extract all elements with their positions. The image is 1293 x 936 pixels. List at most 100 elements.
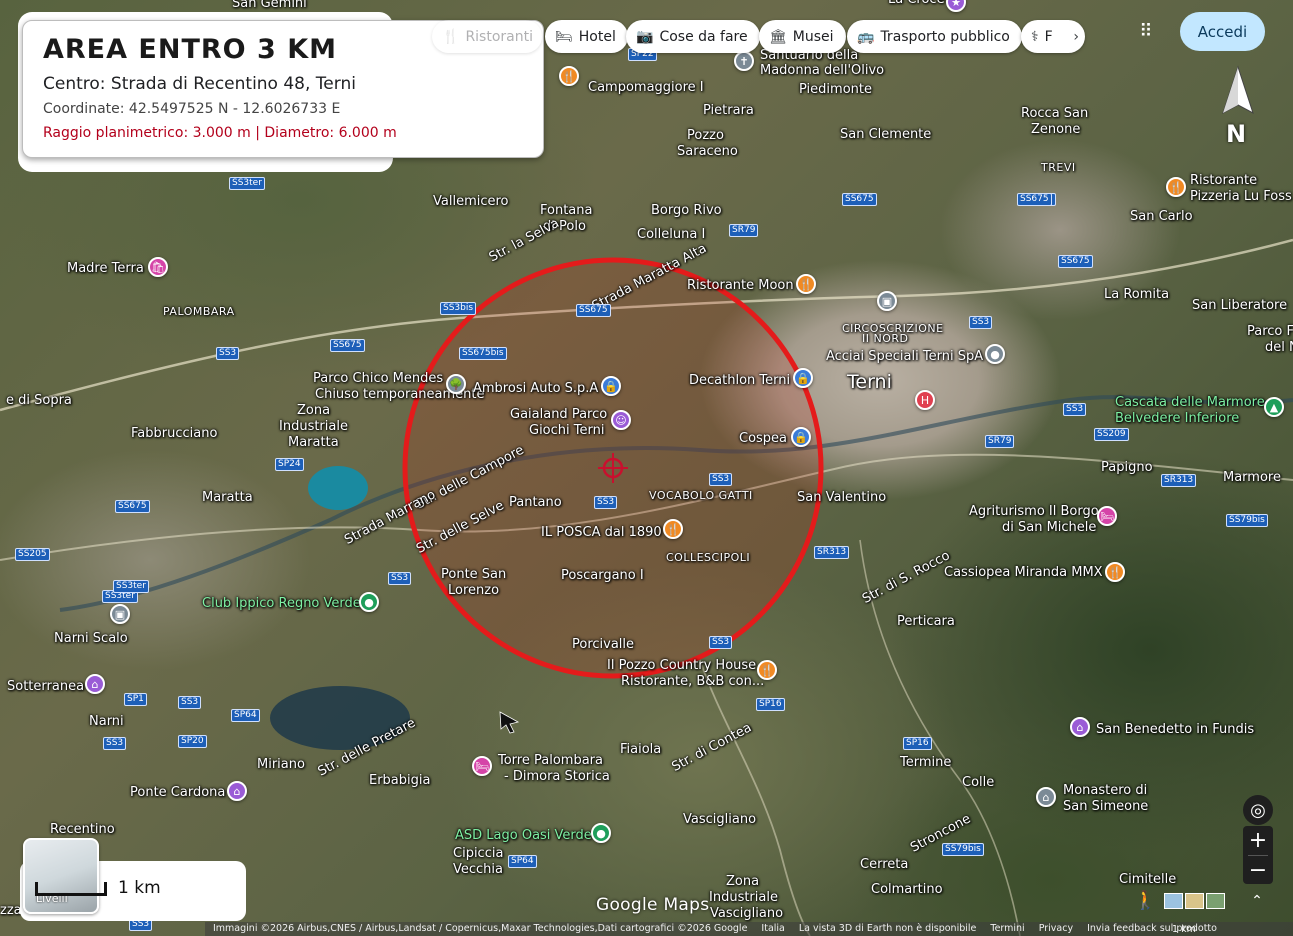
footer-terms-link[interactable]: Termini — [990, 922, 1024, 936]
place-label: Colleluna I — [637, 227, 706, 242]
chip-more[interactable]: ⚕ F › — [1021, 20, 1085, 53]
place-label: COLLESCIPOLI — [666, 551, 751, 564]
waterfall-pin-icon[interactable]: ▲ — [1264, 397, 1284, 417]
place-label: Saraceno — [677, 144, 738, 159]
cursor-icon — [499, 711, 520, 734]
store-pin-icon[interactable]: 🔒 — [791, 427, 811, 447]
place-label: La Croce — [888, 0, 945, 8]
place-label: Belvedere Inferiore — [1115, 411, 1240, 426]
place-label: Cerreta — [860, 857, 909, 872]
place-label: IL POSCA dal 1890 — [541, 525, 662, 540]
chip-museums[interactable]: 🏛 Musei — [759, 20, 846, 53]
pegman-icon[interactable]: 🚶 — [1134, 890, 1156, 914]
road-shield: SS3ter — [113, 580, 149, 593]
place-label: Maratta — [288, 435, 339, 450]
footer-scale: 1 km — [1172, 924, 1196, 935]
place-label: San Benedetto in Fundis — [1096, 722, 1255, 737]
road-shield: SS675 — [330, 339, 365, 352]
sports-shop-pin-icon[interactable]: 🔒 — [793, 368, 813, 388]
place-label: Rocca San — [1021, 106, 1089, 121]
chip-label: F — [1044, 28, 1053, 45]
train-station-pin-icon[interactable]: ▣ — [110, 604, 130, 624]
chevron-right-icon[interactable]: › — [1073, 29, 1079, 45]
attraction-pin-icon[interactable]: ⌂ — [227, 781, 247, 801]
place-label: San Gemini — [232, 0, 307, 11]
road-shield: SS3 — [1063, 403, 1087, 416]
road-shield: SS79bis — [1226, 514, 1268, 527]
place-label: Recentino — [50, 822, 115, 837]
restaurant-pin-icon[interactable]: 🍴 — [1105, 562, 1125, 582]
hospital-pin-icon[interactable]: H — [915, 390, 935, 410]
zoom-out-button[interactable]: − — [1243, 856, 1273, 885]
chip-label: Musei — [792, 28, 834, 45]
place-label: Colmartino — [871, 882, 943, 897]
church-pin-icon[interactable]: ⌂ — [1070, 717, 1090, 737]
place-label: Fiaiola — [620, 742, 662, 757]
place-label: Poscargano I — [561, 568, 644, 583]
place-label: Industriale — [279, 419, 348, 434]
road-shield: SS209 — [1094, 428, 1129, 441]
transit-thumb[interactable] — [1206, 893, 1225, 909]
road-shield: SP1 — [124, 693, 147, 706]
monastery-pin-icon[interactable]: ⌂ — [1036, 787, 1056, 807]
shop-pin-icon[interactable]: 🛍 — [148, 257, 168, 277]
road-shield: SP16 — [903, 737, 932, 750]
place-label: Terni — [847, 371, 892, 393]
attraction-pin-icon[interactable]: ⌂ — [85, 674, 105, 694]
place-label: II NORD — [862, 332, 909, 345]
road-shield: SR79 — [985, 435, 1015, 448]
place-label: Ristorante — [1190, 173, 1258, 188]
place-label: Cimitelle — [1119, 872, 1177, 887]
locate-icon: ◎ — [1250, 799, 1266, 821]
train-station-pin-icon[interactable]: ▣ — [877, 291, 897, 311]
chip-restaurants[interactable]: 🍴 Ristoranti — [432, 20, 542, 53]
hotel-pin-icon[interactable]: 🛏 — [472, 756, 492, 776]
road-shield: SS3 — [709, 636, 733, 649]
amusement-park-pin-icon[interactable]: ☺ — [611, 410, 631, 430]
riding-club-pin-icon[interactable]: ● — [359, 592, 379, 612]
restaurant-pin-icon[interactable]: 🍴 — [559, 66, 579, 86]
park-pin-icon[interactable]: 🌳 — [446, 374, 466, 394]
place-label: Industriale — [709, 890, 778, 905]
lake-pin-icon[interactable]: ● — [591, 823, 611, 843]
road-shield: SP64 — [508, 855, 537, 868]
terrain-thumb[interactable] — [1164, 893, 1183, 909]
restaurant-pin-icon[interactable]: 🍴 — [757, 660, 777, 680]
chip-label: Cose da fare — [659, 28, 748, 45]
scale-bar — [35, 882, 107, 896]
road-shield: SS3 — [216, 347, 240, 360]
road-shield: SR79 — [729, 224, 759, 237]
place-label: Ponte San — [441, 567, 507, 582]
restaurant-pin-icon[interactable]: 🍴 — [663, 519, 683, 539]
road — [859, 539, 1021, 936]
agriturismo-pin-icon[interactable]: 🛏 — [1097, 506, 1117, 526]
restaurant-pin-icon[interactable]: 🍴 — [796, 274, 816, 294]
road-shield: SS205 — [15, 548, 50, 561]
place-label: Zona — [726, 874, 760, 889]
footer-country[interactable]: Italia — [761, 922, 784, 936]
car-dealer-pin-icon[interactable]: 🔒 — [601, 376, 621, 396]
traffic-thumb[interactable] — [1185, 893, 1204, 909]
place-label: PALOMBARA — [163, 305, 235, 318]
bus-icon: 🚌 — [857, 28, 875, 45]
factory-pin-icon[interactable]: ● — [985, 344, 1005, 364]
road-shield: SP20 — [178, 735, 207, 748]
expand-up-icon[interactable]: ⌃ — [1246, 890, 1268, 912]
place-label: Madre Terra — [67, 261, 144, 276]
sign-in-button[interactable]: Accedi — [1180, 12, 1265, 51]
chip-hotel[interactable]: 🛏 Hotel — [545, 20, 628, 53]
chip-public-transport[interactable]: 🚌 Trasporto pubblico — [847, 20, 1022, 53]
card-center-address: Centro: Strada di Recentino 48, Terni — [43, 74, 356, 94]
apps-grid-icon[interactable]: ⠿ — [1136, 22, 1156, 42]
restaurant-pin-icon[interactable]: 🍴 — [1166, 177, 1186, 197]
place-label: Colle — [962, 775, 995, 790]
footer-privacy-link[interactable]: Privacy — [1039, 922, 1073, 936]
place-label: Narni — [89, 714, 124, 729]
place-label: La Romita — [1104, 287, 1170, 302]
road-shield: SS675bis — [459, 347, 507, 360]
zoom-in-button[interactable]: + — [1243, 826, 1273, 855]
map-type-thumbnails[interactable] — [1164, 888, 1234, 914]
chip-things-to-do[interactable]: 📷 Cose da fare — [626, 20, 760, 53]
my-location-button[interactable]: ◎ — [1243, 795, 1273, 825]
church-pin-icon[interactable]: ✝ — [734, 51, 754, 71]
